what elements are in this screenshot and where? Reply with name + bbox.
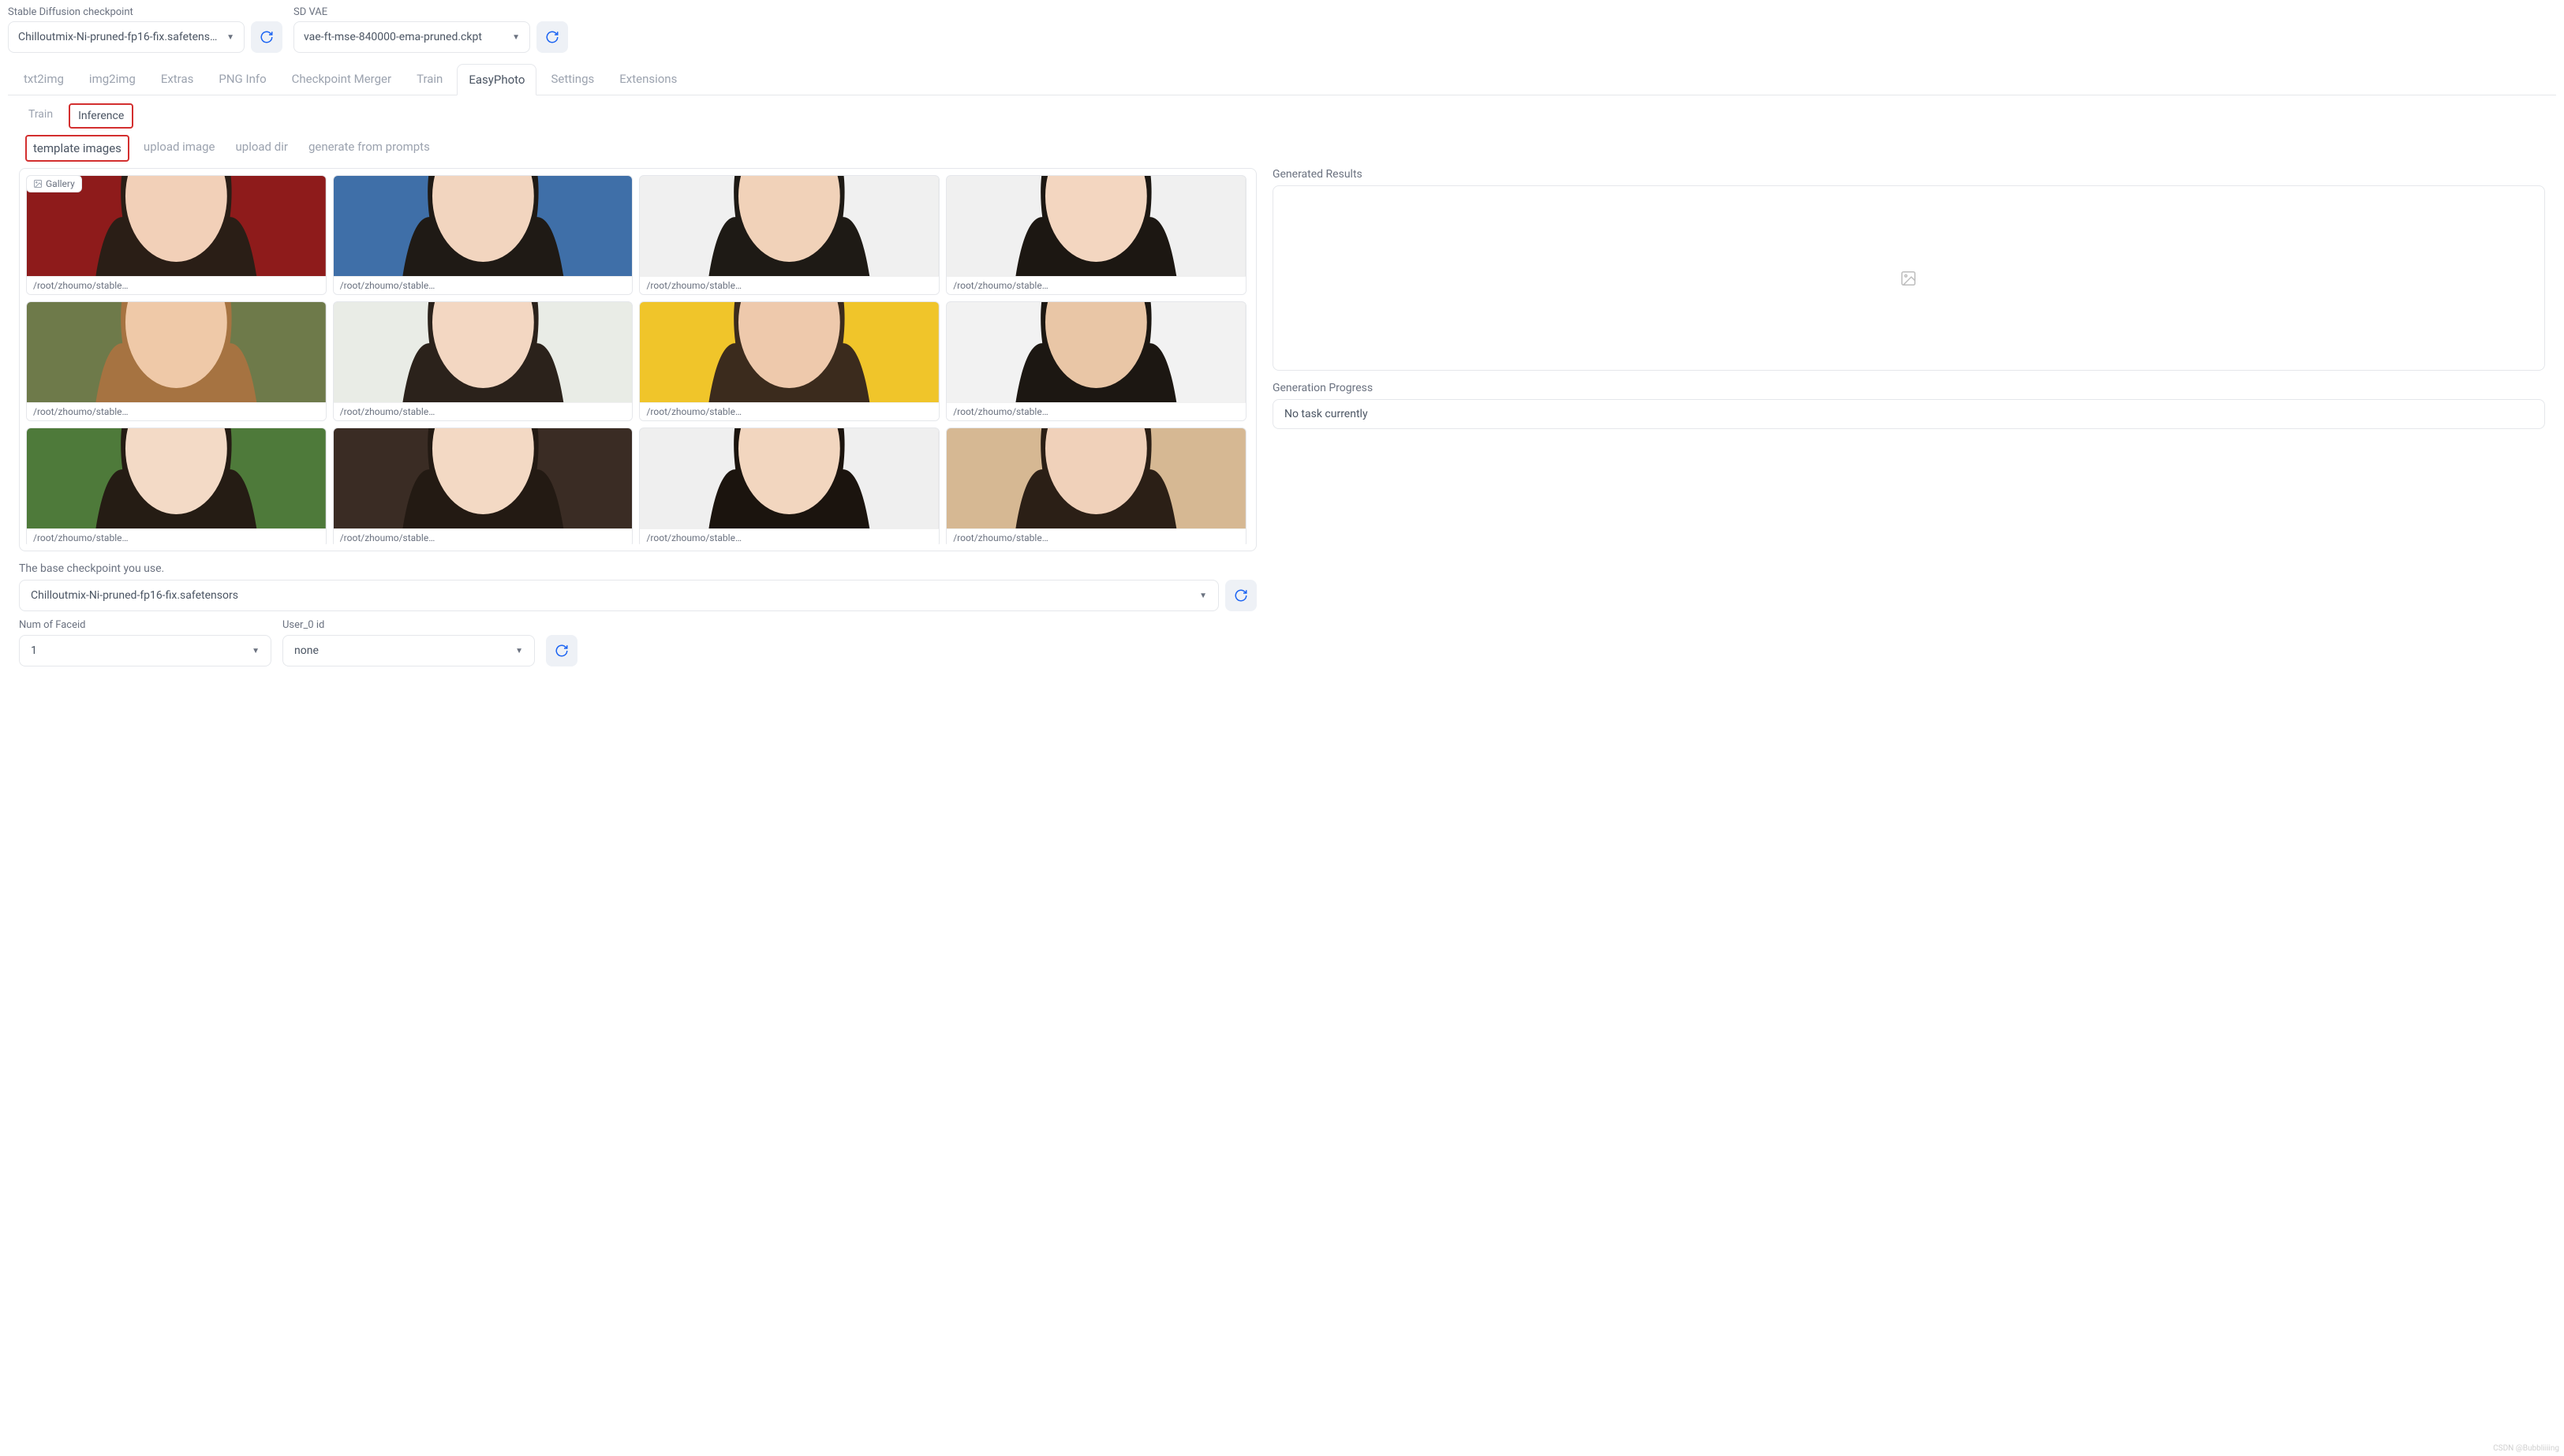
watermark: CSDN @Bubbliiiing: [2493, 1444, 2559, 1453]
sub-tabs: Train Inference: [8, 95, 2556, 135]
template-thumb[interactable]: /root/zhoumo/stable…: [333, 301, 634, 421]
thumb-caption: /root/zhoumo/stable…: [27, 276, 326, 294]
thumb-caption: /root/zhoumo/stable…: [640, 276, 939, 294]
thumb-caption: /root/zhoumo/stable…: [27, 402, 326, 420]
gallery-panel: Gallery /root/zhoumo/stable…/root/zhoumo…: [19, 168, 1257, 551]
base-checkpoint-select[interactable]: Chilloutmix-Ni-pruned-fp16-fix.safetenso…: [19, 580, 1219, 611]
refresh-icon: [555, 644, 569, 658]
thumb-image: [27, 428, 326, 528]
user0-label: User_0 id: [282, 619, 535, 631]
results-box: [1273, 185, 2545, 371]
user0-select[interactable]: none ▼: [282, 635, 535, 666]
thumb-image: [947, 176, 1246, 276]
num-faceid-label: Num of Faceid: [19, 619, 271, 631]
template-thumb[interactable]: /root/zhoumo/stable…: [639, 301, 940, 421]
template-thumb[interactable]: /root/zhoumo/stable…: [639, 427, 940, 544]
template-thumb[interactable]: /root/zhoumo/stable…: [333, 175, 634, 295]
template-thumb[interactable]: /root/zhoumo/stable…: [26, 301, 327, 421]
tab-settings[interactable]: Settings: [540, 64, 605, 95]
gallery-grid[interactable]: /root/zhoumo/stable… /root/zhoumo/stable……: [26, 175, 1250, 544]
thumb-caption: /root/zhoumo/stable…: [947, 528, 1246, 544]
tab-extras[interactable]: Extras: [150, 64, 205, 95]
template-thumb[interactable]: /root/zhoumo/stable…: [26, 427, 327, 544]
thumb-caption: /root/zhoumo/stable…: [334, 276, 633, 294]
user0-value: none: [294, 644, 319, 657]
template-thumb[interactable]: /root/zhoumo/stable…: [639, 175, 940, 295]
vae-label: SD VAE: [293, 6, 568, 18]
refresh-icon: [260, 30, 274, 44]
inner-tabs: template images upload image upload dir gen…: [8, 135, 2556, 168]
thumb-caption: /root/zhoumo/stable…: [947, 276, 1246, 294]
thumb-caption: /root/zhoumo/stable…: [334, 528, 633, 544]
tab-txt2img[interactable]: txt2img: [13, 64, 75, 95]
results-label: Generated Results: [1273, 168, 2545, 181]
innertab-upload-dir[interactable]: upload dir: [230, 135, 294, 162]
template-thumb[interactable]: /root/zhoumo/stable…: [333, 427, 634, 544]
thumb-image: [947, 428, 1246, 528]
thumb-image: [640, 302, 939, 402]
thumb-caption: /root/zhoumo/stable…: [640, 528, 939, 544]
subtab-inference[interactable]: Inference: [69, 103, 133, 129]
refresh-base-checkpoint-button[interactable]: [1225, 580, 1257, 611]
checkpoint-select[interactable]: Chilloutmix-Ni-pruned-fp16-fix.safetenso…: [8, 21, 245, 53]
base-checkpoint-label: The base checkpoint you use.: [19, 562, 1257, 575]
thumb-caption: /root/zhoumo/stable…: [640, 402, 939, 420]
image-icon: [33, 179, 43, 189]
thumb-caption: /root/zhoumo/stable…: [334, 402, 633, 420]
tab-train[interactable]: Train: [406, 64, 454, 95]
tab-easyphoto[interactable]: EasyPhoto: [457, 64, 536, 95]
tab-extensions[interactable]: Extensions: [608, 64, 688, 95]
thumb-image: [947, 302, 1246, 402]
num-faceid-select[interactable]: 1 ▼: [19, 635, 271, 666]
chevron-down-icon: ▼: [1199, 592, 1207, 600]
thumb-image: [640, 176, 939, 276]
progress-text: No task currently: [1284, 408, 1368, 420]
thumb-image: [334, 302, 633, 402]
refresh-user0-button[interactable]: [546, 635, 577, 666]
template-thumb[interactable]: /root/zhoumo/stable…: [946, 301, 1246, 421]
progress-box: No task currently: [1273, 399, 2545, 429]
vae-select[interactable]: vae-ft-mse-840000-ema-pruned.ckpt ▼: [293, 21, 530, 53]
refresh-icon: [1234, 588, 1248, 603]
num-faceid-value: 1: [31, 644, 37, 657]
refresh-checkpoint-button[interactable]: [251, 21, 282, 53]
innertab-template-images[interactable]: template images: [25, 135, 129, 162]
base-checkpoint-value: Chilloutmix-Ni-pruned-fp16-fix.safetenso…: [31, 589, 238, 602]
thumb-image: [334, 428, 633, 528]
thumb-image: [27, 302, 326, 402]
thumb-image: [334, 176, 633, 276]
image-placeholder-icon: [1900, 270, 1917, 287]
refresh-icon: [545, 30, 559, 44]
main-tabs: txt2imgimg2imgExtrasPNG InfoCheckpoint M…: [8, 64, 2556, 95]
checkpoint-value: Chilloutmix-Ni-pruned-fp16-fix.safetenso…: [18, 31, 220, 43]
thumb-caption: /root/zhoumo/stable…: [947, 402, 1246, 420]
innertab-upload-image[interactable]: upload image: [137, 135, 222, 162]
progress-label: Generation Progress: [1273, 382, 2545, 394]
template-thumb[interactable]: /root/zhoumo/stable…: [946, 427, 1246, 544]
tab-png-info[interactable]: PNG Info: [207, 64, 277, 95]
subtab-train[interactable]: Train: [21, 103, 61, 129]
chevron-down-icon: ▼: [515, 647, 523, 655]
checkpoint-label: Stable Diffusion checkpoint: [8, 6, 282, 18]
template-thumb[interactable]: /root/zhoumo/stable…: [946, 175, 1246, 295]
template-thumb[interactable]: /root/zhoumo/stable…: [26, 175, 327, 295]
chevron-down-icon: ▼: [512, 33, 520, 42]
refresh-vae-button[interactable]: [536, 21, 568, 53]
tab-img2img[interactable]: img2img: [78, 64, 147, 95]
vae-value: vae-ft-mse-840000-ema-pruned.ckpt: [304, 31, 482, 43]
innertab-generate-from-prompts[interactable]: generate from prompts: [302, 135, 436, 162]
chevron-down-icon: ▼: [226, 33, 234, 42]
thumb-image: [640, 428, 939, 528]
gallery-chip[interactable]: Gallery: [26, 175, 82, 192]
thumb-caption: /root/zhoumo/stable…: [27, 528, 326, 544]
gallery-chip-label: Gallery: [46, 178, 75, 189]
tab-checkpoint-merger[interactable]: Checkpoint Merger: [281, 64, 402, 95]
chevron-down-icon: ▼: [252, 647, 260, 655]
